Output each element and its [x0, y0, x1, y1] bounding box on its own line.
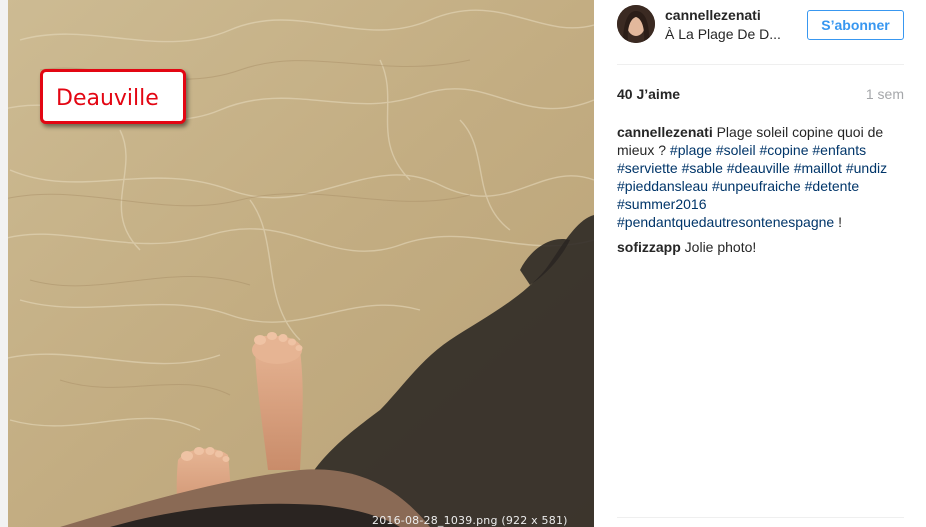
hashtag-link[interactable]: #maillot — [794, 160, 842, 176]
hashtag-link[interactable]: #pieddansleau — [617, 178, 708, 194]
divider — [617, 64, 904, 65]
comment-author[interactable]: sofizzapp — [617, 239, 681, 255]
file-stamp: 2016-08-28_1039.png (922 x 581) — [372, 514, 568, 527]
profile-photo-icon — [617, 5, 655, 43]
hashtag-link[interactable]: #detente — [805, 178, 860, 194]
hashtag-link[interactable]: #serviette — [617, 160, 678, 176]
location-link[interactable]: À La Plage De D... — [665, 26, 790, 42]
photo-left-border — [0, 0, 8, 527]
likes-count[interactable]: 40 J’aime — [617, 86, 680, 102]
hashtag-link[interactable]: #pendantquedautresontenespagne — [617, 214, 834, 230]
caption-trailing: ! — [838, 214, 842, 230]
hashtag-link[interactable]: #copine — [759, 142, 808, 158]
comment-text: Jolie photo! — [684, 239, 757, 255]
follow-button[interactable]: S’abonner — [807, 10, 904, 40]
avatar[interactable] — [617, 5, 655, 43]
location-label-overlay: Deauville — [40, 69, 186, 124]
post-time[interactable]: 1 sem — [866, 86, 904, 102]
hashtag-link[interactable]: #enfants — [812, 142, 866, 158]
hashtag-link[interactable]: #soleil — [716, 142, 756, 158]
hashtag-link[interactable]: #summer2016 — [617, 196, 707, 212]
hashtag-link[interactable]: #deauville — [727, 160, 790, 176]
hashtag-link[interactable]: #plage — [670, 142, 712, 158]
divider — [617, 517, 904, 518]
caption-comment: cannellezenati Plage soleil copine quoi … — [617, 123, 907, 231]
username-link[interactable]: cannellezenati — [665, 7, 761, 23]
hashtag-link[interactable]: #sable — [682, 160, 723, 176]
comment-item: sofizzapp Jolie photo! — [617, 238, 907, 256]
post-side-panel — [594, 0, 926, 527]
post-photo[interactable]: Deauville 2016-08-28_1039.png (922 x 581… — [0, 0, 594, 527]
caption-author[interactable]: cannellezenati — [617, 124, 713, 140]
hashtag-link[interactable]: #undiz — [846, 160, 887, 176]
hashtag-link[interactable]: #unpeufraiche — [712, 178, 801, 194]
